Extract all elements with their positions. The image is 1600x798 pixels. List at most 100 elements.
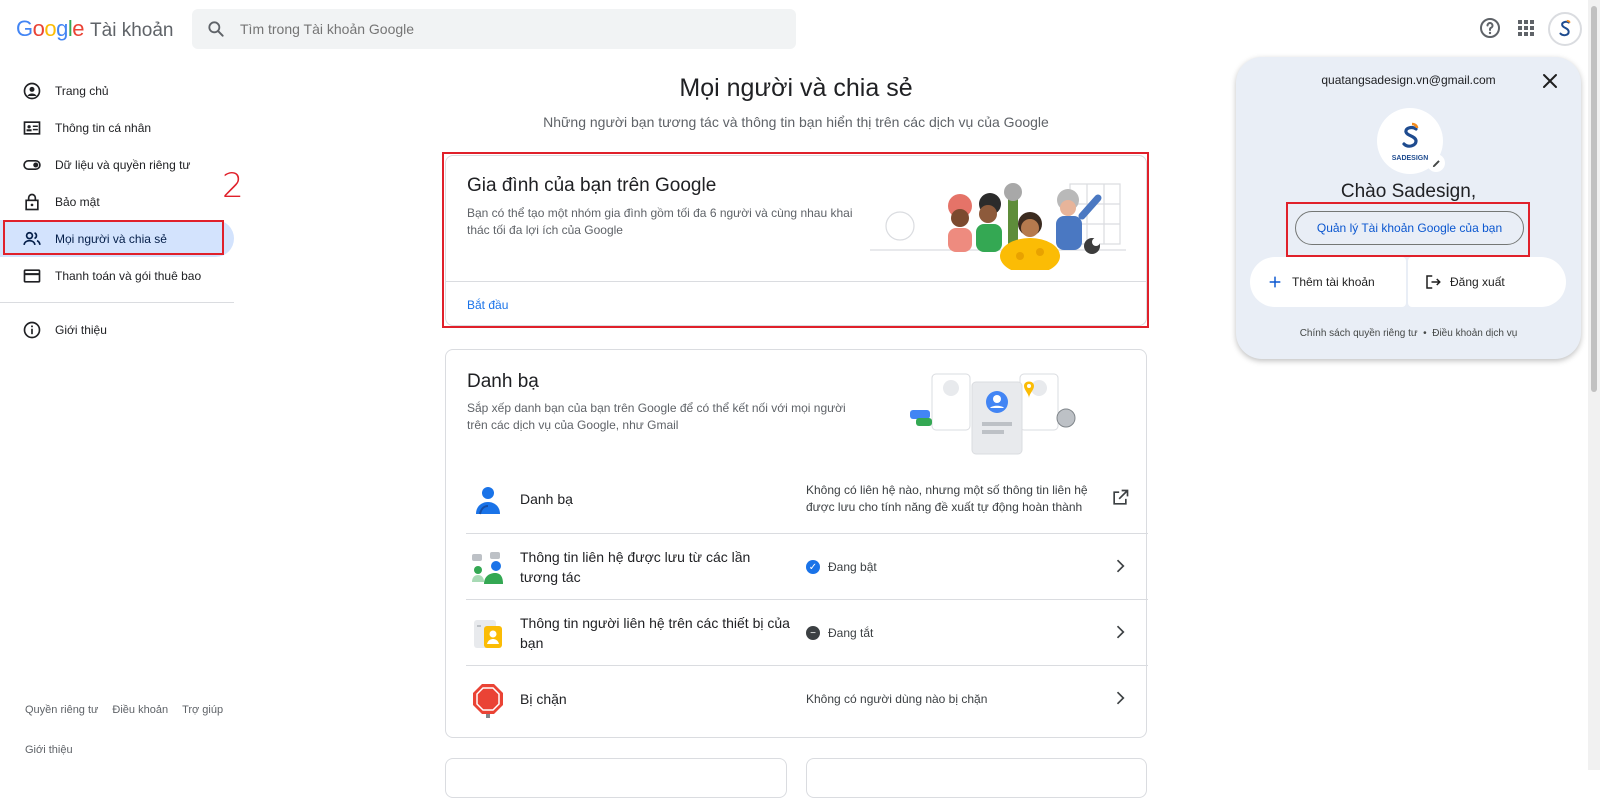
row-label: Danh bạ [520, 491, 573, 507]
terms-of-service-link[interactable]: Điều khoản dịch vụ [1432, 328, 1517, 339]
row-status-text: Không có liên hệ nào, nhưng một số thông… [806, 483, 1088, 514]
logo-letter: G [16, 16, 33, 41]
check-circle-icon: ✓ [806, 560, 820, 574]
sidebar-item-label: Giới thiệu [55, 322, 107, 337]
sidebar-item-label: Dữ liệu và quyền riêng tư [55, 157, 191, 172]
add-account-label: Thêm tài khoản [1292, 275, 1375, 289]
row-status-text: Đang tắt [828, 625, 874, 640]
sadesign-logo-icon [1402, 122, 1419, 148]
highlight-box-manage-account [1286, 202, 1530, 257]
scrollbar-thumb[interactable] [1591, 6, 1597, 392]
search-input[interactable] [240, 9, 780, 49]
info-icon [22, 320, 42, 340]
product-name: Tài khoản [90, 20, 174, 41]
sidebar-item-security[interactable]: Bảo mật [0, 183, 236, 220]
contacts-card-title: Danh bạ [467, 371, 539, 392]
sidebar-item-payments[interactable]: Thanh toán và gói thuê bao [0, 257, 236, 294]
sign-out-label: Đăng xuất [1450, 275, 1505, 289]
help-icon[interactable] [1478, 16, 1502, 40]
open-external-icon[interactable] [1110, 488, 1130, 508]
row-status-text: Không có người dùng nào bị chặn [806, 691, 988, 706]
logout-icon [1424, 273, 1442, 291]
contact-person-icon [476, 487, 500, 515]
device-contacts-icon [474, 620, 502, 648]
logo-letter: o [44, 16, 57, 41]
contacts-card-description: Sắp xếp danh bạn của bạn trên Google để … [467, 401, 846, 432]
page-title: Mọi người và chia sẻ [679, 74, 913, 102]
contacts-illustration [910, 373, 1076, 455]
row-status-text: Đang bật [828, 559, 877, 574]
logo-letter: o [32, 16, 45, 41]
sign-out-button[interactable]: Đăng xuất [1408, 257, 1566, 307]
stop-sign-icon [473, 684, 503, 718]
sidebar-item-data-privacy[interactable]: Dữ liệu và quyền riêng tư [0, 146, 236, 183]
saved-interaction-contacts-row[interactable]: Thông tin liên hệ được lưu từ các lần tư… [466, 533, 1148, 599]
sidebar-item-home[interactable]: Trang chủ [0, 72, 236, 109]
chevron-right-icon[interactable] [1110, 622, 1130, 642]
highlight-box-nav [3, 220, 224, 255]
terms-link[interactable]: Điều khoản [112, 704, 168, 716]
avatar-brand-text: SADESIGN [1391, 154, 1429, 162]
family-get-started-link[interactable]: Bắt đầu [467, 298, 508, 312]
row-status: Không có người dùng nào bị chặn [806, 666, 1096, 732]
help-link[interactable]: Trợ giúp [182, 704, 223, 716]
search-bar[interactable] [192, 9, 796, 49]
legal-separator: • [1423, 328, 1427, 339]
privacy-link[interactable]: Quyền riêng tư [25, 704, 98, 716]
sidebar-nav: Trang chủ Thông tin cá nhân Dữ liệu và q… [0, 72, 236, 348]
row-status: Không có liên hệ nào, nhưng một số thông… [806, 466, 1096, 532]
row-status: − Đang tắt [806, 600, 1096, 666]
popup-greeting: Chào Sadesign, [1340, 181, 1477, 202]
edit-photo-icon[interactable] [1427, 154, 1445, 172]
row-label: Bị chặn [520, 691, 567, 707]
logo-letter: g [56, 16, 68, 41]
sidebar-item-personal-info[interactable]: Thông tin cá nhân [0, 109, 236, 146]
popup-legal-links: Chính sách quyền riêng tư • Điều khoản d… [1236, 328, 1581, 339]
sidebar-footer-links: Quyền riêng tư Điều khoản Trợ giúp [25, 704, 237, 716]
family-card-description: Bạn có thể tạo một nhóm gia đình gồm tối… [467, 206, 853, 237]
contacts-row[interactable]: Danh bạ Không có liên hệ nào, nhưng một … [466, 466, 1148, 532]
row-label: Thông tin người liên hệ trên các thiết b… [520, 615, 790, 651]
add-account-button[interactable]: Thêm tài khoản [1250, 257, 1406, 307]
chevron-right-icon[interactable] [1110, 556, 1130, 576]
sidebar-item-label: Thông tin cá nhân [55, 120, 152, 135]
row-label: Thông tin liên hệ được lưu từ các lần tư… [520, 549, 751, 585]
sidebar-item-label: Trang chủ [55, 83, 109, 98]
id-card-icon [22, 118, 42, 138]
top-bar: Google Tài khoản [0, 0, 1588, 56]
privacy-policy-link[interactable]: Chính sách quyền riêng tư [1300, 328, 1418, 339]
sidebar-item-label: Bảo mật [55, 194, 100, 209]
sidebar-divider [0, 302, 234, 303]
blocked-users-row[interactable]: Bị chặn Không có người dùng nào bị chặn [466, 665, 1148, 731]
family-card-divider [446, 281, 1146, 282]
close-icon[interactable] [1538, 69, 1562, 93]
row-status: ✓ Đang bật [806, 534, 1096, 600]
google-account-logo[interactable]: Google Tài khoản [16, 16, 173, 42]
bottom-card-left [445, 758, 787, 798]
account-avatar-button[interactable] [1548, 12, 1582, 46]
plus-icon [1266, 273, 1284, 291]
page-subtitle: Những người bạn tương tác và thông tin b… [543, 114, 1049, 130]
device-contacts-row[interactable]: Thông tin người liên hệ trên các thiết b… [466, 599, 1148, 665]
popup-email: quatangsadesign.vn@gmail.com [1321, 73, 1496, 87]
popup-avatar[interactable]: SADESIGN [1377, 108, 1445, 174]
credit-card-icon [22, 266, 42, 286]
sadesign-logo-icon [1559, 19, 1571, 37]
apps-grid-icon[interactable] [1514, 16, 1538, 40]
lock-icon [22, 192, 42, 212]
sidebar-item-about[interactable]: Giới thiệu [0, 311, 236, 348]
sidebar-item-label: Thanh toán và gói thuê bao [55, 268, 202, 283]
family-illustration [870, 183, 1126, 270]
chevron-right-icon[interactable] [1110, 688, 1130, 708]
logo-letter: e [72, 16, 85, 41]
family-card-title: Gia đình của bạn trên Google [467, 175, 717, 196]
about-link[interactable]: Giới thiệu [25, 744, 73, 756]
interaction-contacts-icon [472, 552, 503, 584]
minus-circle-icon: − [806, 626, 820, 640]
search-icon [208, 21, 224, 37]
home-person-icon [22, 81, 42, 101]
page-scrollbar[interactable] [1588, 0, 1600, 770]
bottom-card-right [806, 758, 1147, 798]
toggle-icon [22, 155, 42, 175]
annotation-number-2: 2 [222, 166, 244, 206]
